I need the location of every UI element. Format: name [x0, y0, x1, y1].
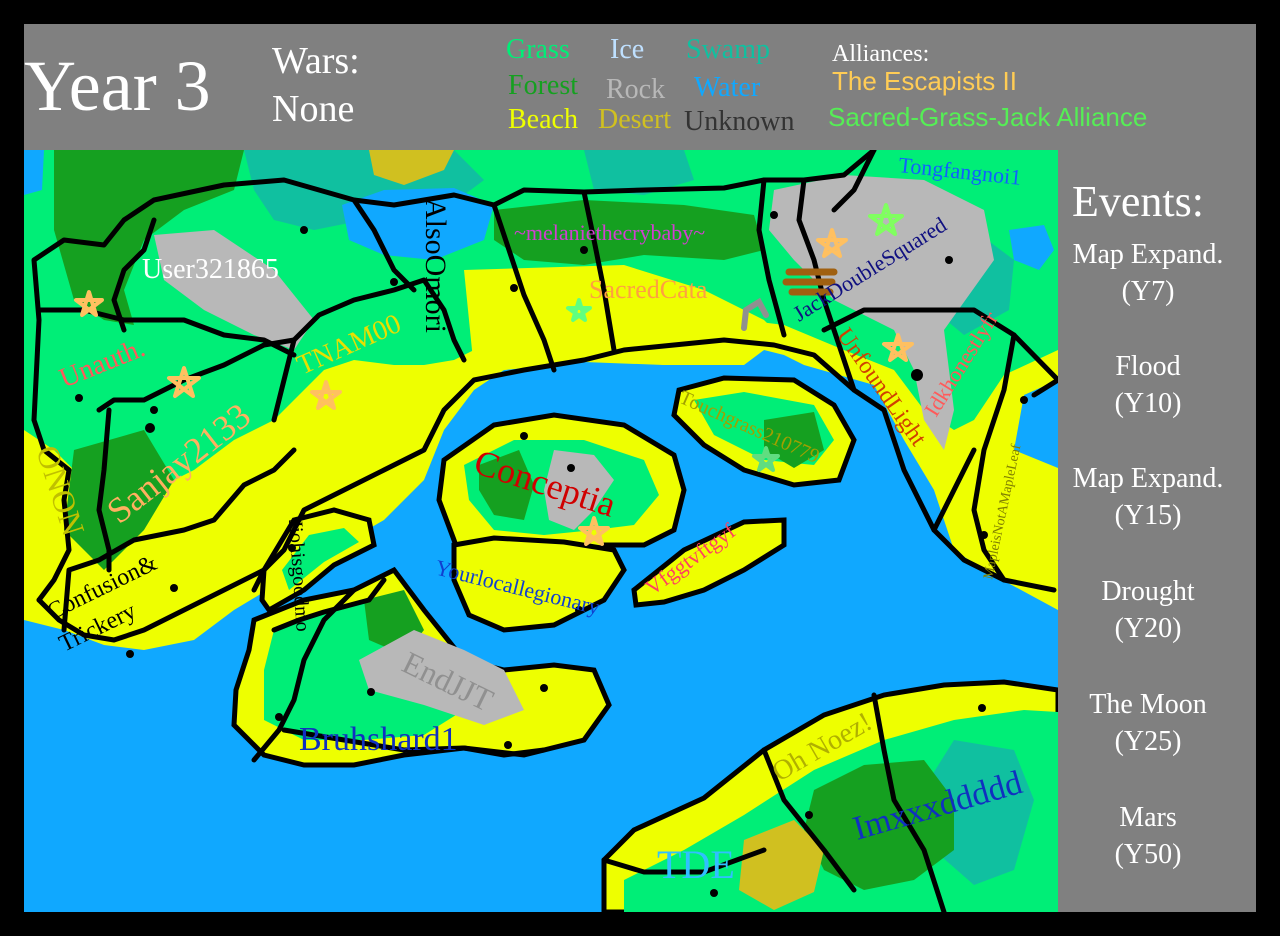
world-map: User321865 AlsoOmori ~melaniethecrybaby~… — [24, 150, 1058, 912]
alliance-sacred-grass-jack: Sacred-Grass-Jack Alliance — [828, 102, 1148, 132]
event-item: Drought (Y20) — [1060, 573, 1236, 647]
legend-item-rock: Rock — [606, 74, 666, 105]
alliance-escapists: The Escapists II — [832, 66, 1017, 96]
player-label-melaniethecrybaby: ~melaniethecrybaby~ — [514, 220, 705, 245]
legend-item-ice: Ice — [610, 34, 645, 65]
player-label-bruhshard1: Bruhshard1 — [299, 721, 458, 758]
legend-item-beach: Beach — [508, 104, 578, 135]
event-year: (Y7) — [1121, 276, 1175, 307]
event-year: (Y10) — [1114, 388, 1182, 419]
player-label-tde: TDE — [657, 842, 735, 887]
event-name: Mars — [1119, 802, 1177, 833]
legend-item-water: Water — [694, 72, 761, 103]
event-year: (Y50) — [1114, 839, 1182, 870]
player-label-alsoomori: AlsoOmori — [419, 198, 452, 333]
wars-label: Wars: — [272, 40, 360, 82]
wars-value: None — [272, 88, 355, 130]
events-title: Events: — [1072, 177, 1204, 226]
event-name: Drought — [1101, 576, 1195, 607]
alliances-label: Alliances: — [832, 41, 930, 67]
event-name: Map Expand. — [1072, 463, 1224, 494]
event-name: The Moon — [1089, 689, 1207, 720]
legend-item-desert: Desert — [598, 104, 672, 135]
event-item: Map Expand. (Y7) — [1060, 236, 1236, 310]
player-label-user321865: User321865 — [142, 254, 279, 285]
legend-item-swamp: Swamp — [686, 34, 770, 65]
event-year: (Y20) — [1114, 613, 1182, 644]
event-item: Flood (Y10) — [1060, 348, 1236, 422]
event-year: (Y25) — [1114, 726, 1182, 757]
event-item: The Moon (Y25) — [1060, 686, 1236, 760]
event-year: (Y15) — [1114, 500, 1182, 531]
event-item: Mars (Y50) — [1060, 799, 1236, 873]
legend-item-grass: Grass — [506, 34, 570, 65]
event-name: Flood — [1115, 351, 1181, 382]
player-label-sacredcata: SacredCata — [589, 275, 708, 304]
legend-item-unknown: Unknown — [684, 106, 795, 137]
legend-item-forest: Forest — [508, 70, 578, 101]
event-name: Map Expand. — [1072, 239, 1224, 270]
year-title: Year 3 — [24, 46, 211, 126]
event-item: Map Expand. (Y15) — [1060, 460, 1236, 534]
